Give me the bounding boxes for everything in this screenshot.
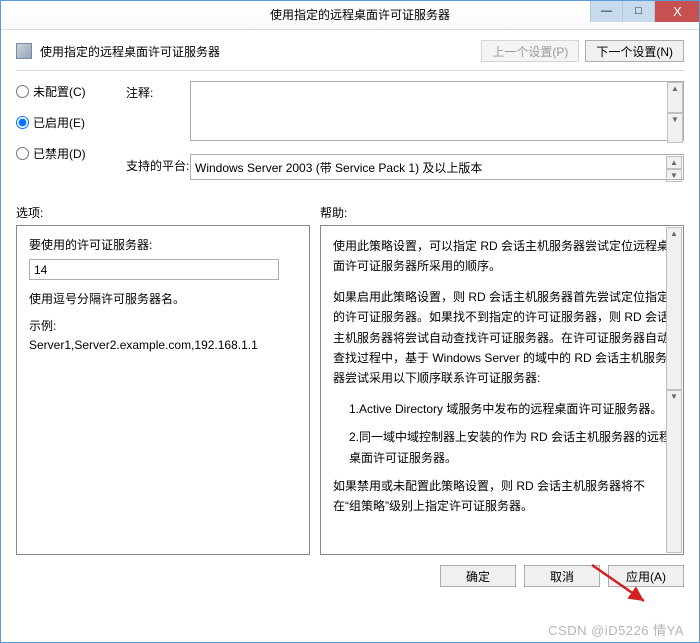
- watermark: CSDN @iD5226 情YA: [548, 620, 684, 639]
- server-input[interactable]: [29, 259, 279, 280]
- comment-row: 注释: ▲▼: [126, 81, 684, 144]
- window-controls: — □ X: [590, 0, 700, 22]
- radio-group: 未配置(C) 已启用(E) 已禁用(D): [16, 81, 126, 162]
- options-label: 选项:: [16, 204, 320, 221]
- footer: 确定 取消 应用(A): [0, 555, 700, 587]
- ok-button[interactable]: 确定: [440, 565, 516, 587]
- platform-label: 支持的平台:: [126, 154, 190, 174]
- help-p2: 如果启用此策略设置，则 RD 会话主机服务器首先尝试定位指定的许可证服务器。如果…: [333, 287, 671, 389]
- header-row: 使用指定的远程桌面许可证服务器 上一个设置(P) 下一个设置(N): [16, 40, 684, 62]
- options-panel: 要使用的许可证服务器: 使用逗号分隔许可服务器名。 示例: Server1,Se…: [16, 225, 310, 555]
- platform-value: Windows Server 2003 (带 Service Pack 1) 及…: [195, 159, 482, 176]
- header-text: 使用指定的远程桌面许可证服务器: [40, 43, 220, 60]
- radio-not-configured[interactable]: 未配置(C): [16, 83, 126, 100]
- apply-button[interactable]: 应用(A): [608, 565, 684, 587]
- radio-not-configured-input[interactable]: [16, 85, 29, 98]
- help-label: 帮助:: [320, 204, 347, 221]
- platform-box: Windows Server 2003 (带 Service Pack 1) 及…: [190, 154, 684, 180]
- radio-enabled-input[interactable]: [16, 116, 29, 129]
- comment-wrap: ▲▼: [190, 81, 684, 144]
- radio-enabled[interactable]: 已启用(E): [16, 114, 126, 131]
- comment-textarea[interactable]: [190, 81, 684, 141]
- cancel-button[interactable]: 取消: [524, 565, 600, 587]
- help-li2: 2.同一域中域控制器上安装的作为 RD 会话主机服务器的远程桌面许可证服务器。: [333, 427, 671, 468]
- close-icon: X: [673, 4, 682, 19]
- minimize-icon: —: [601, 5, 612, 17]
- platform-row: 支持的平台: Windows Server 2003 (带 Service Pa…: [126, 154, 684, 180]
- server-label: 要使用的许可证服务器:: [29, 236, 297, 253]
- section-labels: 选项: 帮助:: [16, 204, 684, 221]
- close-button[interactable]: X: [654, 0, 700, 22]
- previous-setting-button[interactable]: 上一个设置(P): [481, 40, 579, 62]
- separator-hint: 使用逗号分隔许可服务器名。: [29, 290, 297, 307]
- platform-scrollbar[interactable]: ▲▼: [666, 156, 682, 178]
- comment-scrollbar[interactable]: ▲▼: [667, 82, 683, 143]
- nav-buttons: 上一个设置(P) 下一个设置(N): [481, 40, 684, 62]
- help-p3: 如果禁用或未配置此策略设置，则 RD 会话主机服务器将不在“组策略”级别上指定许…: [333, 476, 671, 517]
- platform-wrap: Windows Server 2003 (带 Service Pack 1) 及…: [190, 154, 684, 180]
- help-p1: 使用此策略设置，可以指定 RD 会话主机服务器尝试定位远程桌面许可证服务器所采用…: [333, 236, 671, 277]
- example-value: Server1,Server2.example.com,192.168.1.1: [29, 338, 297, 352]
- help-li1: 1.Active Directory 域服务中发布的远程桌面许可证服务器。: [333, 399, 671, 419]
- radio-not-configured-label: 未配置(C): [33, 83, 86, 100]
- radio-disabled-label: 已禁用(D): [33, 145, 86, 162]
- minimize-button[interactable]: —: [590, 0, 622, 22]
- content-area: 使用指定的远程桌面许可证服务器 上一个设置(P) 下一个设置(N) 未配置(C)…: [0, 30, 700, 555]
- radio-disabled-input[interactable]: [16, 147, 29, 160]
- maximize-icon: □: [635, 5, 642, 17]
- divider: [16, 70, 684, 71]
- example-label: 示例:: [29, 317, 297, 334]
- radio-disabled[interactable]: 已禁用(D): [16, 145, 126, 162]
- config-row: 未配置(C) 已启用(E) 已禁用(D) 注释: ▲▼ 支持的平台:: [16, 81, 684, 190]
- panels: 要使用的许可证服务器: 使用逗号分隔许可服务器名。 示例: Server1,Se…: [16, 225, 684, 555]
- radio-enabled-label: 已启用(E): [33, 114, 85, 131]
- policy-icon: [16, 43, 32, 59]
- next-setting-button[interactable]: 下一个设置(N): [585, 40, 684, 62]
- help-panel: 使用此策略设置，可以指定 RD 会话主机服务器尝试定位远程桌面许可证服务器所采用…: [320, 225, 684, 555]
- right-fields: 注释: ▲▼ 支持的平台: Windows Server 2003 (带 Ser…: [126, 81, 684, 190]
- comment-label: 注释:: [126, 81, 190, 101]
- maximize-button[interactable]: □: [622, 0, 654, 22]
- titlebar: 使用指定的远程桌面许可证服务器 — □ X: [0, 0, 700, 30]
- help-scrollbar[interactable]: ▲▼: [666, 227, 682, 553]
